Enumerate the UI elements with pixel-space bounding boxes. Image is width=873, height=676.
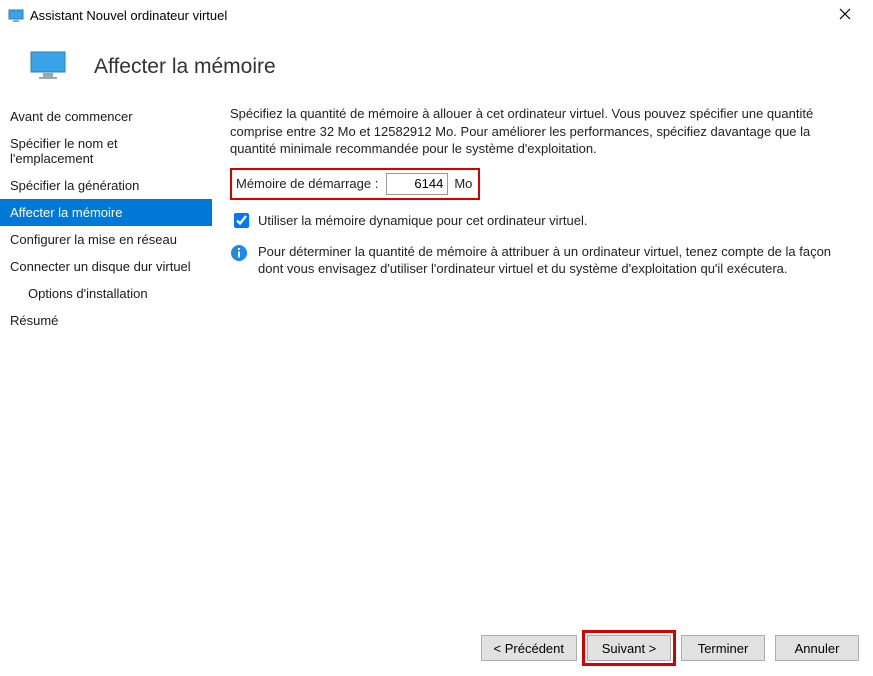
sidebar-item-summary[interactable]: Résumé <box>0 307 212 334</box>
sidebar-item-install-options[interactable]: Options d'installation <box>0 280 212 307</box>
memory-label: Mémoire de démarrage : <box>236 176 378 191</box>
sidebar-item-name-location[interactable]: Spécifier le nom et l'emplacement <box>0 130 212 172</box>
sidebar-item-before-begin[interactable]: Avant de commencer <box>0 103 212 130</box>
content-pane: Spécifiez la quantité de mémoire à allou… <box>212 99 873 577</box>
description-text: Spécifiez la quantité de mémoire à allou… <box>230 105 849 158</box>
next-button[interactable]: Suivant > <box>587 635 671 661</box>
page-header: Affecter la mémoire <box>0 32 873 99</box>
back-button[interactable]: < Précédent <box>481 635 577 661</box>
wizard-sidebar: Avant de commencer Spécifier le nom et l… <box>0 99 212 577</box>
dynamic-memory-label: Utiliser la mémoire dynamique pour cet o… <box>258 213 587 228</box>
startup-memory-input[interactable] <box>386 173 448 195</box>
page-title: Affecter la mémoire <box>94 55 276 79</box>
monitor-icon <box>30 50 66 83</box>
wizard-footer: < Précédent Suivant > Terminer Annuler <box>0 620 873 676</box>
sidebar-item-generation[interactable]: Spécifier la génération <box>0 172 212 199</box>
window-title: Assistant Nouvel ordinateur virtuel <box>30 8 825 23</box>
cancel-button[interactable]: Annuler <box>775 635 859 661</box>
dynamic-memory-row: Utiliser la mémoire dynamique pour cet o… <box>230 210 849 231</box>
titlebar: Assistant Nouvel ordinateur virtuel <box>0 0 873 32</box>
info-row: Pour déterminer la quantité de mémoire à… <box>230 243 849 278</box>
monitor-icon <box>8 8 24 24</box>
dynamic-memory-checkbox[interactable] <box>234 213 249 228</box>
info-icon <box>230 244 248 267</box>
sidebar-item-assign-memory[interactable]: Affecter la mémoire <box>0 199 212 226</box>
memory-unit: Mo <box>454 176 472 191</box>
sidebar-item-networking[interactable]: Configurer la mise en réseau <box>0 226 212 253</box>
close-icon[interactable] <box>825 7 865 25</box>
sidebar-item-vhd[interactable]: Connecter un disque dur virtuel <box>0 253 212 280</box>
info-text: Pour déterminer la quantité de mémoire à… <box>258 243 849 278</box>
finish-button[interactable]: Terminer <box>681 635 765 661</box>
memory-row: Mémoire de démarrage : Mo <box>230 168 480 200</box>
